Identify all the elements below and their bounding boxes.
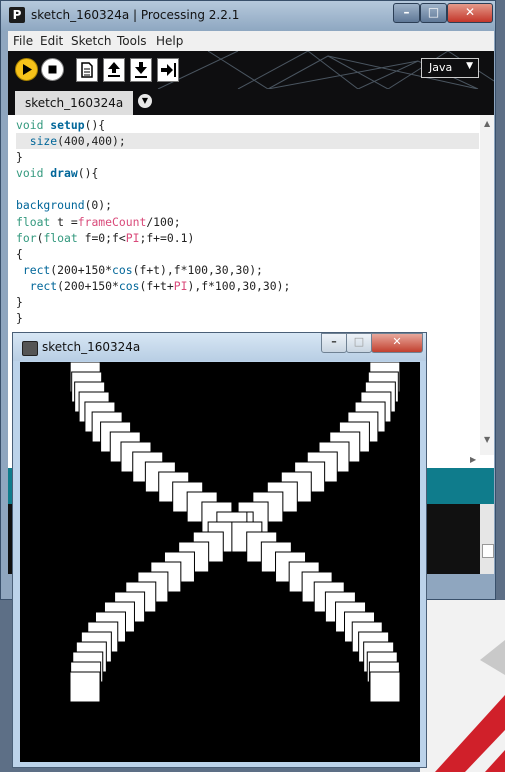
- code-line: background(0);: [16, 197, 476, 213]
- code-token: PI: [125, 230, 140, 245]
- sketch-close-button[interactable]: ✕: [371, 333, 423, 353]
- sketch-minimize-button[interactable]: –: [321, 333, 347, 353]
- open-icon: [108, 62, 120, 77]
- close-button[interactable]: ✕: [447, 3, 493, 23]
- code-token: (){: [84, 118, 106, 132]
- code-line: for(float f=0;f<PI;f+=0.1): [16, 230, 476, 246]
- code-token: void: [16, 166, 44, 181]
- export-button[interactable]: [157, 58, 179, 82]
- code-line: rect(200+150*cos(f+t),f*100,30,30);: [16, 262, 476, 278]
- code-token: rect: [22, 262, 51, 277]
- sketch-output-window: sketch_160324a – □ ✕: [12, 332, 427, 768]
- code-line: size(400,400);: [16, 133, 479, 150]
- code-line: {: [16, 246, 23, 261]
- code-token: /100;: [146, 214, 181, 229]
- scroll-down-arrow-icon[interactable]: ▼: [484, 435, 490, 444]
- tab-bar: sketch_160324a ▼: [8, 89, 494, 115]
- toolbar: Java ▼: [8, 51, 494, 89]
- code-token: (400,400);: [57, 134, 126, 149]
- code-token: frameCount: [77, 214, 147, 229]
- code-token: draw: [50, 166, 78, 181]
- code-token: cos: [112, 262, 133, 277]
- code-token: setup: [50, 118, 85, 132]
- run-button[interactable]: [15, 58, 38, 81]
- code-line: }: [16, 311, 23, 326]
- code-token: (200+150*: [50, 262, 113, 277]
- sketch-window-title: sketch_160324a: [42, 340, 141, 354]
- open-button[interactable]: [103, 58, 125, 82]
- minimize-button[interactable]: –: [393, 3, 420, 23]
- sketch-titlebar[interactable]: sketch_160324a – □ ✕: [13, 333, 426, 361]
- code-token: size: [29, 134, 58, 149]
- console-scroll-thumb[interactable]: [482, 544, 494, 558]
- mode-label: Java: [429, 61, 453, 74]
- new-icon: [81, 62, 93, 78]
- editor-vertical-scrollbar[interactable]: ▲ ▼: [480, 115, 494, 455]
- menu-edit[interactable]: Edit: [40, 34, 63, 48]
- sketch-square: [369, 671, 401, 703]
- sketch-maximize-button[interactable]: □: [346, 333, 372, 353]
- export-icon: [161, 63, 176, 77]
- maximize-button[interactable]: □: [420, 3, 447, 23]
- code-token: ;f+=0.1): [139, 230, 195, 245]
- menu-bar: File Edit Sketch Tools Help: [8, 31, 494, 51]
- code-line: }: [16, 150, 23, 165]
- code-token: rect: [29, 278, 58, 293]
- code-token: (f+t+: [139, 278, 174, 293]
- stop-icon: [48, 65, 57, 74]
- code-token: f=0;f<: [77, 230, 126, 245]
- sketch-square: [69, 671, 101, 703]
- stop-button[interactable]: [41, 58, 64, 81]
- console-scrollbar[interactable]: [480, 504, 494, 574]
- java-window-icon: [22, 341, 38, 356]
- code-token: (f+t),f*100,30,30);: [132, 262, 263, 277]
- new-button[interactable]: [76, 58, 98, 82]
- code-line: }: [16, 295, 23, 310]
- chevron-down-icon: ▼: [466, 61, 473, 71]
- save-icon: [135, 62, 147, 78]
- code-line: void setup(){: [16, 117, 476, 133]
- code-token: cos: [118, 278, 140, 293]
- code-token: background: [16, 198, 85, 213]
- code-token: ),f*100,30,30);: [187, 278, 291, 293]
- desktop-wallpaper-graphic: [420, 600, 505, 772]
- run-icon: [23, 64, 32, 75]
- code-token: float: [16, 214, 51, 229]
- menu-sketch[interactable]: Sketch: [71, 34, 111, 48]
- code-token: t =: [50, 214, 78, 229]
- menu-tools[interactable]: Tools: [117, 34, 147, 48]
- ide-titlebar[interactable]: P sketch_160324a | Processing 2.2.1 – □ …: [1, 1, 495, 31]
- mode-dropdown[interactable]: Java ▼: [421, 58, 479, 78]
- tab-label: sketch_160324a: [25, 96, 124, 110]
- code-line: float t =frameCount/100;: [16, 214, 476, 230]
- menu-file[interactable]: File: [13, 34, 33, 48]
- code-token: PI: [173, 278, 188, 293]
- scroll-up-arrow-icon[interactable]: ▲: [484, 119, 490, 128]
- tab-menu-button[interactable]: ▼: [138, 94, 152, 108]
- scroll-right-arrow-icon[interactable]: ▶: [470, 455, 476, 464]
- code-token: (){: [77, 166, 99, 181]
- code-token: float: [43, 230, 78, 245]
- code-line: void draw(){: [16, 165, 476, 181]
- code-token: void: [16, 118, 44, 132]
- processing-app-icon: P: [9, 7, 25, 23]
- tab-sketch[interactable]: sketch_160324a: [15, 91, 133, 115]
- code-text: void setup(){ size(400,400); } void draw…: [16, 117, 479, 326]
- code-token: (0);: [84, 198, 113, 213]
- menu-help[interactable]: Help: [156, 34, 183, 48]
- save-button[interactable]: [130, 58, 152, 82]
- code-token: for: [16, 230, 37, 245]
- sketch-canvas[interactable]: [20, 362, 420, 762]
- code-line: rect(200+150*cos(f+t+PI),f*100,30,30);: [16, 278, 476, 294]
- code-token: (200+150*: [57, 278, 119, 293]
- ide-window-title: sketch_160324a | Processing 2.2.1: [31, 8, 240, 22]
